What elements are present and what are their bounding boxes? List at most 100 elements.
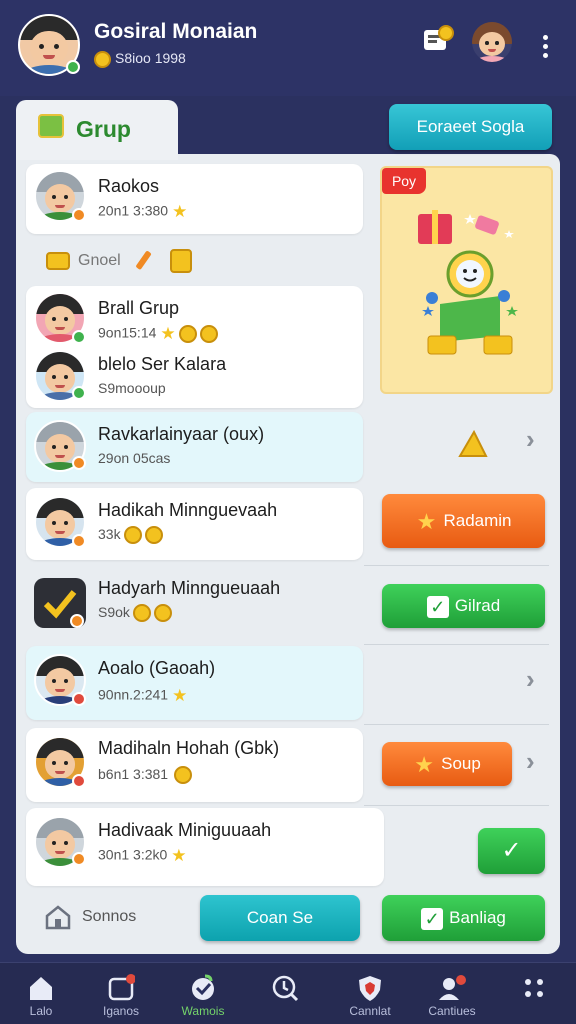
contact-name: Ravkarlainyaar (oux) xyxy=(98,424,265,444)
redeem-button[interactable]: ★ Radamin xyxy=(382,494,545,548)
coin-stack-icon xyxy=(46,252,70,270)
coin-balance-text: S8ioo 1998 xyxy=(115,50,186,66)
more-options-icon[interactable] xyxy=(541,35,549,62)
confirm-check-button[interactable]: ✓ xyxy=(478,828,545,874)
reward-icon: ★ xyxy=(172,202,188,221)
nav-games[interactable]: Iganos xyxy=(81,962,161,1024)
cheese-reward-icon xyxy=(458,430,488,457)
nav-wamois-label: Wamois xyxy=(181,1004,225,1018)
chevron-right-icon[interactable]: › xyxy=(526,424,535,455)
reward-icon: ★ xyxy=(172,686,188,705)
user-name: Gosiral Monaian xyxy=(94,20,258,43)
coin-icon xyxy=(94,50,111,68)
pencil-icon xyxy=(136,251,151,270)
contact-coins: S9ok xyxy=(98,604,130,620)
games-icon xyxy=(108,974,135,1001)
promo-tag: Poy xyxy=(382,168,426,194)
contact-meta: 33k xyxy=(98,526,163,545)
contact-name: Hadikah Minnguevaah xyxy=(98,500,278,520)
status-dot xyxy=(72,852,86,866)
chevron-right-icon[interactable]: › xyxy=(526,746,535,777)
section-label: Gnoel xyxy=(78,252,121,269)
coin-icon xyxy=(178,325,197,343)
contact-time: 20n1 3:380 xyxy=(98,202,169,219)
shield-icon xyxy=(359,976,381,1001)
row-divider xyxy=(364,724,549,725)
contact-meta: 9on15:14 ★ xyxy=(98,324,218,344)
coupon-icon[interactable] xyxy=(422,24,456,56)
coin-icon xyxy=(123,526,142,545)
contact-time: 9on15:14 xyxy=(98,324,157,341)
row-divider xyxy=(364,565,549,566)
row-divider xyxy=(364,805,549,806)
soup-button[interactable]: ★ Soup xyxy=(382,742,512,786)
contact-meta: 20n1 3:380 ★ xyxy=(98,202,187,222)
clock-search-icon xyxy=(272,975,299,1002)
grid-icon xyxy=(525,979,543,997)
contact-meta: S9ok xyxy=(98,604,172,623)
contact-name: Hadivaak Miniguuaah xyxy=(98,820,272,840)
nav-cannlat[interactable]: Cannlat xyxy=(330,962,410,1024)
status-dot xyxy=(72,534,86,548)
status-dot xyxy=(72,692,86,706)
status-dot xyxy=(72,774,86,788)
status-dot xyxy=(70,614,84,628)
checkbox-icon: ✓ xyxy=(421,907,444,930)
friend-avatar[interactable] xyxy=(472,22,512,62)
contact-meta: b6n1 3:381 xyxy=(98,766,193,785)
coin-icon xyxy=(199,325,218,343)
nav-wamois[interactable]: Wamois xyxy=(163,962,243,1024)
nav-search-history[interactable] xyxy=(245,962,325,1024)
heart-icon xyxy=(192,974,214,1000)
nav-cantiues-label: Cantiues xyxy=(428,1004,476,1018)
tab-grup-label: Grup xyxy=(76,116,131,142)
gift-bag-icon xyxy=(38,114,64,138)
home-outline-icon xyxy=(45,905,71,930)
contact-name: Raokos xyxy=(98,176,160,196)
coin-icon xyxy=(153,604,172,623)
promo-banner[interactable] xyxy=(380,166,553,394)
coin-icon xyxy=(174,766,193,785)
gilrad-button[interactable]: ✓ Gilrad xyxy=(382,584,545,628)
coin-icon xyxy=(132,604,151,623)
online-status-dot xyxy=(66,60,80,74)
contact-meta: S9moooup xyxy=(98,380,166,396)
soup-label: Soup xyxy=(441,754,481,773)
contact-time: 30n1 3:2k0 xyxy=(98,846,168,863)
chevron-right-icon[interactable]: › xyxy=(526,664,535,695)
nav-home-label: Lalo xyxy=(29,1004,53,1018)
status-dot xyxy=(72,330,86,344)
contact-time: 90nn.2:241 xyxy=(98,686,169,703)
nav-more[interactable] xyxy=(494,962,574,1024)
center-action-button[interactable]: Coan Se xyxy=(200,895,360,941)
nav-cantiues[interactable]: Cantiues xyxy=(412,962,492,1024)
home-action-label[interactable]: Sonnos xyxy=(82,908,136,926)
banliag-button[interactable]: ✓ Banliag xyxy=(382,895,545,941)
nav-home[interactable]: Lalo xyxy=(1,962,81,1024)
status-dot xyxy=(72,386,86,400)
nav-cannlat-label: Cannlat xyxy=(349,1004,391,1018)
banliag-label: Banliag xyxy=(449,908,506,927)
contact-name: blelo Ser Kalara xyxy=(98,354,227,374)
prize-pile-icon xyxy=(418,210,518,355)
star-icon: ★ xyxy=(414,751,434,777)
gilrad-label: Gilrad xyxy=(454,596,501,615)
top-action-button[interactable]: Eoraeet Sogla xyxy=(389,104,552,150)
reward-icon: ★ xyxy=(160,324,176,343)
checkbox-icon: ✓ xyxy=(426,595,449,618)
contact-name: Aoalo (Gaoah) xyxy=(98,658,216,678)
contact-meta: 30n1 3:2k0 ★ xyxy=(98,846,187,866)
contact-name: Brall Grup xyxy=(98,298,180,318)
redeem-label: Radamin xyxy=(443,511,512,530)
contact-time: b6n1 3:381 xyxy=(98,766,169,782)
lock-icon xyxy=(170,249,192,273)
user-coin-balance: S8ioo 1998 xyxy=(94,50,186,68)
star-icon: ★ xyxy=(416,508,437,534)
row-divider xyxy=(364,644,549,645)
contact-name: Hadyarh Minngueuaah xyxy=(98,578,281,598)
contact-meta: 90nn.2:241 ★ xyxy=(98,686,187,706)
status-dot xyxy=(72,208,86,222)
reward-icon: ★ xyxy=(171,846,187,865)
status-dot xyxy=(72,456,86,470)
contact-meta: 29on 05cas xyxy=(98,450,171,466)
